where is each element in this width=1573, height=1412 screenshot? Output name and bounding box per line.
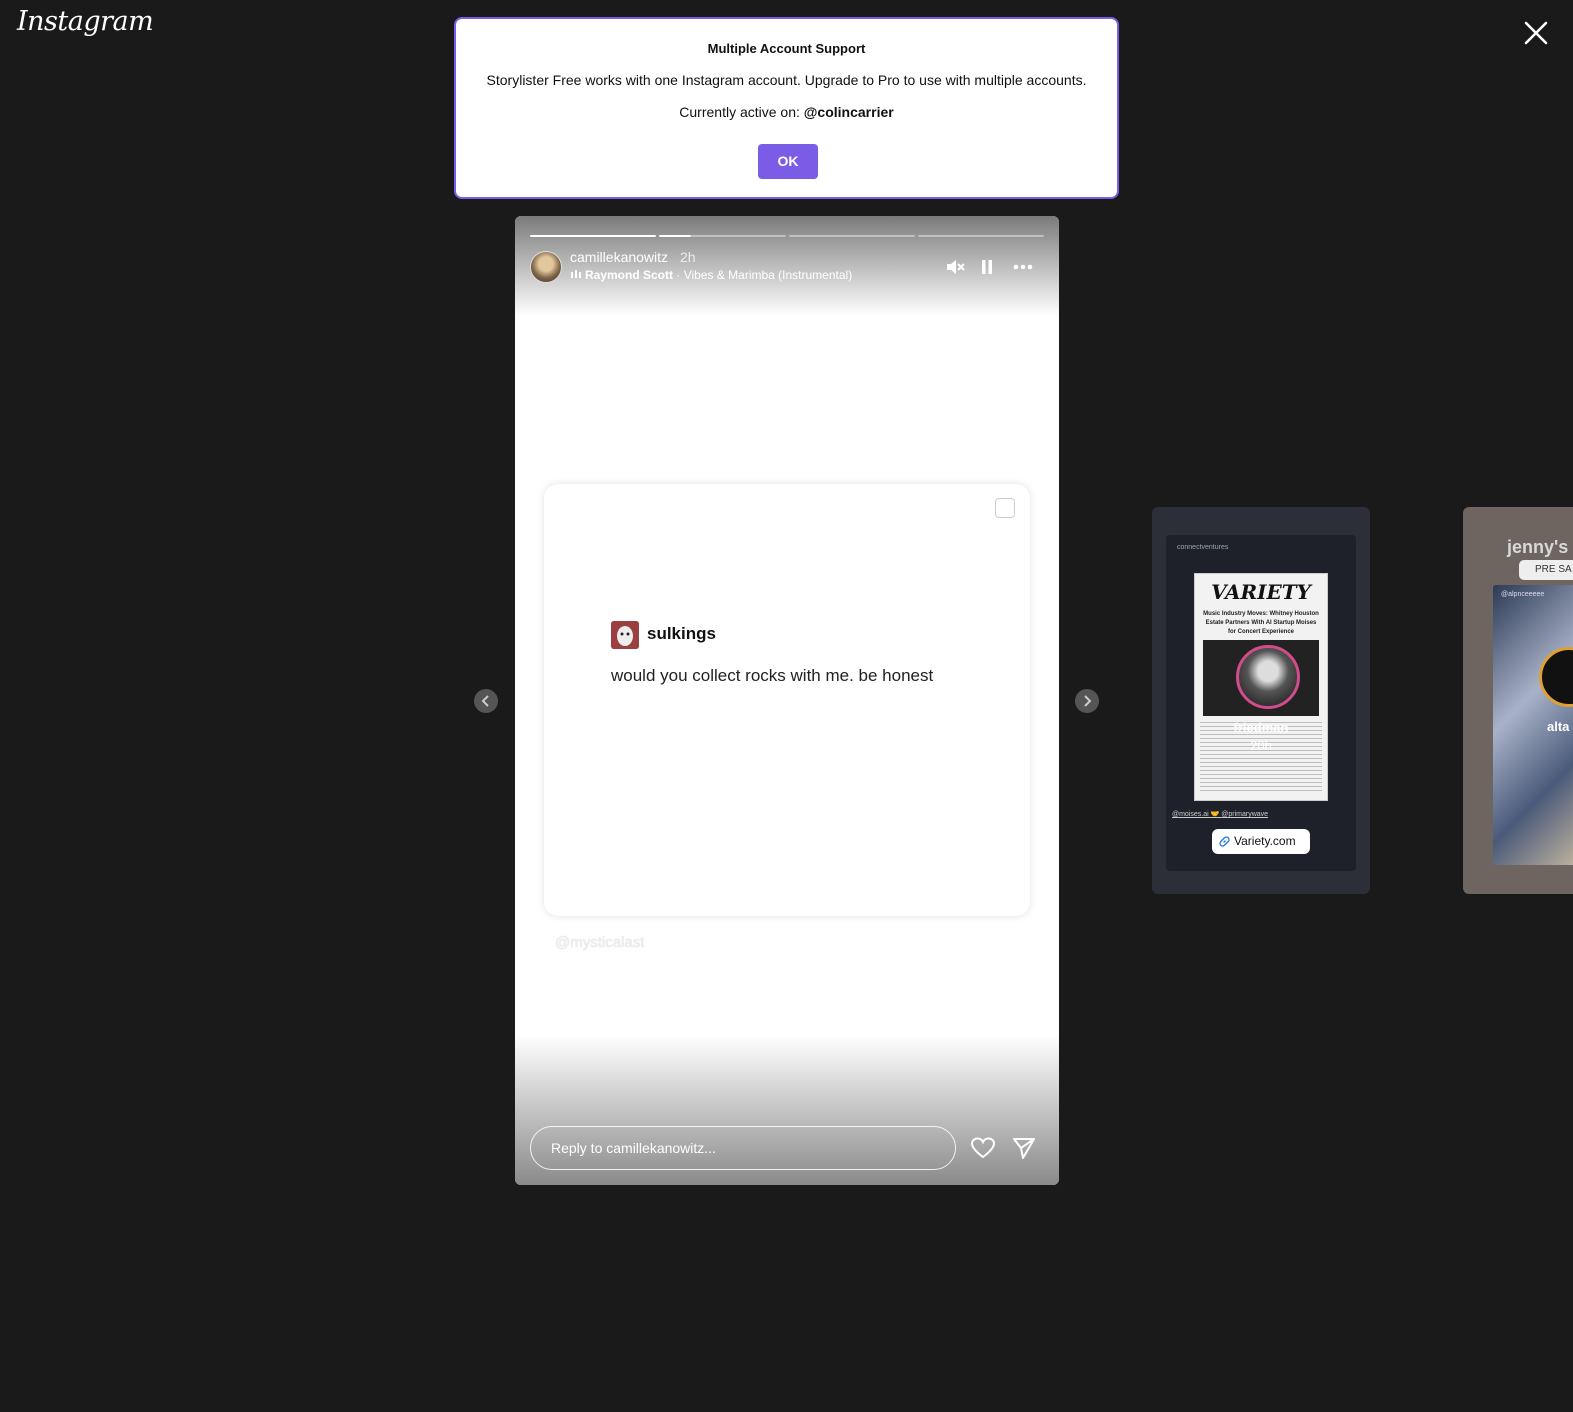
preview-avatar-ring — [1236, 645, 1300, 709]
story-author-avatar[interactable] — [530, 251, 562, 283]
progress-segment — [659, 235, 786, 237]
reply-input[interactable] — [530, 1126, 956, 1170]
pause-icon[interactable] — [976, 256, 998, 278]
article-photo — [1203, 640, 1319, 716]
progress-segment — [788, 235, 915, 237]
preview2-handle: @alpnceeeee — [1501, 591, 1545, 598]
preview-tags: @moises.ai 🤝 @primarywave — [1172, 811, 1269, 818]
audio-bars-icon — [571, 270, 581, 278]
multiple-account-modal: Multiple Account Support Storylister Fre… — [454, 17, 1119, 199]
story-music[interactable]: Raymond Scott · Vibes & Marimba (Instrum… — [570, 268, 852, 282]
send-icon[interactable] — [1011, 1135, 1037, 1161]
preview-time: 20h — [1250, 738, 1272, 753]
preview-article: VARIETY Music Industry Moves: Whitney Ho… — [1194, 573, 1328, 801]
instagram-logo[interactable]: Instagram — [17, 6, 154, 37]
link-sticker: Variety.com — [1212, 829, 1310, 854]
preview2-tag-label: PRE SA — [1535, 564, 1572, 575]
close-icon[interactable] — [1521, 18, 1551, 48]
next-story-preview[interactable]: connectventures VARIETY Music Industry M… — [1152, 507, 1370, 894]
next-story-button[interactable] — [1075, 689, 1099, 713]
heart-icon[interactable] — [970, 1135, 996, 1161]
preview-handle: connectventures — [1177, 544, 1229, 551]
avatar-face-icon — [611, 621, 639, 649]
post-text: would you collect rocks with me. be hone… — [611, 666, 934, 685]
story-username[interactable]: camillekanowitz — [570, 249, 668, 265]
following-story-preview[interactable]: jenny's PRE SA @alpnceeeee alta — [1463, 507, 1573, 894]
story-progress — [530, 235, 1044, 238]
preview2-username: alta — [1547, 719, 1570, 734]
watermark: @mysticalast — [555, 934, 645, 951]
preview2-tag: PRE SA — [1519, 560, 1573, 580]
card-corner-icon — [995, 498, 1015, 518]
active-prefix: Currently active on: — [679, 104, 804, 120]
modal-active-account: Currently active on: @colincarrier — [456, 104, 1117, 120]
preview-username: friedman — [1233, 720, 1289, 735]
modal-title: Multiple Account Support — [707, 41, 866, 56]
reposted-post-card: sulkings would you collect rocks with me… — [544, 484, 1030, 916]
chevron-left-icon — [481, 695, 489, 707]
previous-story-button[interactable] — [474, 689, 498, 713]
active-account-name: @colincarrier — [803, 104, 894, 120]
modal-message: Storylister Free works with one Instagra… — [486, 72, 1087, 88]
more-icon[interactable] — [1012, 256, 1034, 278]
music-separator: · — [673, 268, 684, 282]
progress-segment — [917, 235, 1044, 237]
link-icon — [1219, 836, 1230, 847]
story-time: 2h — [680, 249, 696, 265]
chevron-right-icon — [1084, 695, 1092, 707]
link-label: Variety.com — [1234, 834, 1296, 848]
story-viewer[interactable]: camillekanowitz 2h Raymond Scott · Vibes… — [515, 216, 1059, 1185]
mute-icon[interactable] — [944, 256, 966, 278]
post-author: sulkings — [647, 624, 716, 643]
preview2-title: jenny's — [1507, 537, 1569, 557]
progress-segment — [530, 235, 657, 237]
music-artist: Raymond Scott — [585, 268, 674, 282]
article-headline: Music Industry Moves: Whitney Houston Es… — [1203, 611, 1319, 635]
music-track: Vibes & Marimba (Instrumental) — [683, 268, 853, 282]
post-author-avatar — [611, 621, 639, 649]
variety-logo: VARIETY — [1211, 580, 1311, 604]
ok-button[interactable]: OK — [758, 144, 818, 179]
